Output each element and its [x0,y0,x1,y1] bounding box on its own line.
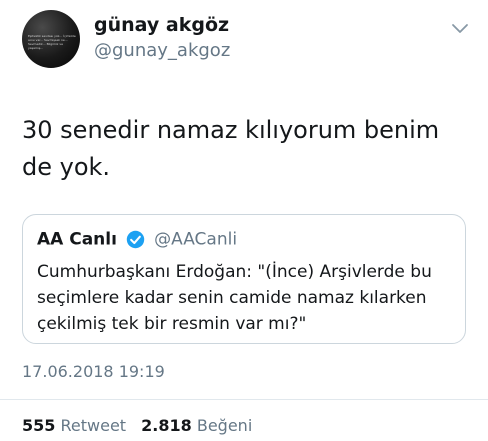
quoted-tweet-text: Cumhurbaşkanı Erdoğan: "(İnce) Arşivlerd… [37,262,432,334]
quoted-tweet[interactable]: AA Canlı @AACanli Cumhurbaşkanı Erdoğan:… [22,214,466,344]
tweet-header: Eşitsizlik sevdası yok... İçimizde acısı… [14,8,474,72]
avatar-image-text: Eşitsizlik sevdası yok... İçimizde acısı… [28,34,76,50]
retweet-count: 555 [22,416,56,435]
author-handle[interactable]: @gunay_akgoz [94,40,230,61]
divider [0,399,488,400]
retweet-stat[interactable]: 555 Retweet [22,416,126,435]
quoted-author-handle: @AACanli [154,229,238,250]
tweet-stats: 555 Retweet 2.818 Beğeni [22,416,252,435]
like-label: Beğeni [196,416,253,435]
quoted-tweet-header: AA Canlı @AACanli [37,229,237,250]
author-display-name[interactable]: günay akgöz [94,14,229,36]
tweet-text: 30 senedir namaz kılıyorum benim de yok. [22,116,440,181]
tweet-timestamp[interactable]: 17.06.2018 19:19 [22,362,165,381]
retweet-label: Retweet [60,416,127,435]
quoted-author-name: AA Canlı [37,229,117,250]
like-stat[interactable]: 2.818 Beğeni [141,416,252,435]
chevron-down-icon[interactable] [450,22,470,36]
avatar[interactable]: Eşitsizlik sevdası yok... İçimizde acısı… [22,10,80,68]
like-count: 2.818 [141,416,192,435]
verified-badge-icon [126,230,145,249]
